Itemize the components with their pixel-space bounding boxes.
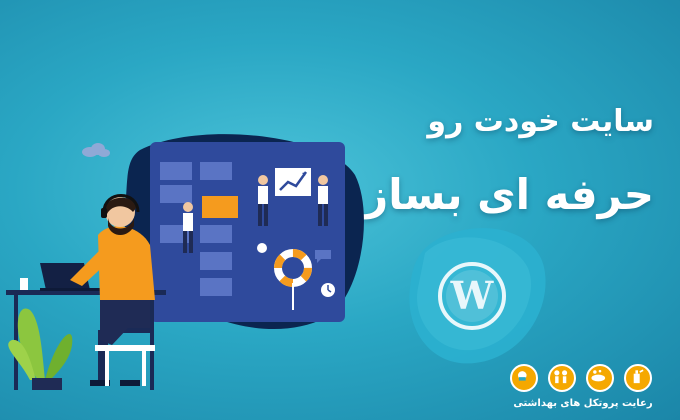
tool-icon: [257, 243, 267, 253]
wordpress-logo: W: [409, 228, 546, 364]
sanitizer-spray-icon: [624, 364, 652, 392]
mask-icon: [510, 364, 538, 392]
coffee-cup: [20, 278, 28, 290]
growth-chart-icon: [275, 168, 311, 196]
developer-illustration: [6, 134, 364, 390]
headline-line-1: سایت خودت رو: [427, 104, 654, 139]
protocols-caption: رعایت پروتکل های بهداشتی: [513, 398, 653, 409]
svg-text:W: W: [450, 273, 495, 318]
headline-line-2: حرفه ای بساز: [364, 170, 654, 219]
health-protocols-badge: رعایت پروتکل های بهداشتی: [508, 360, 678, 420]
hand-wash-icon: [586, 364, 614, 392]
distance-icon: [548, 364, 576, 392]
